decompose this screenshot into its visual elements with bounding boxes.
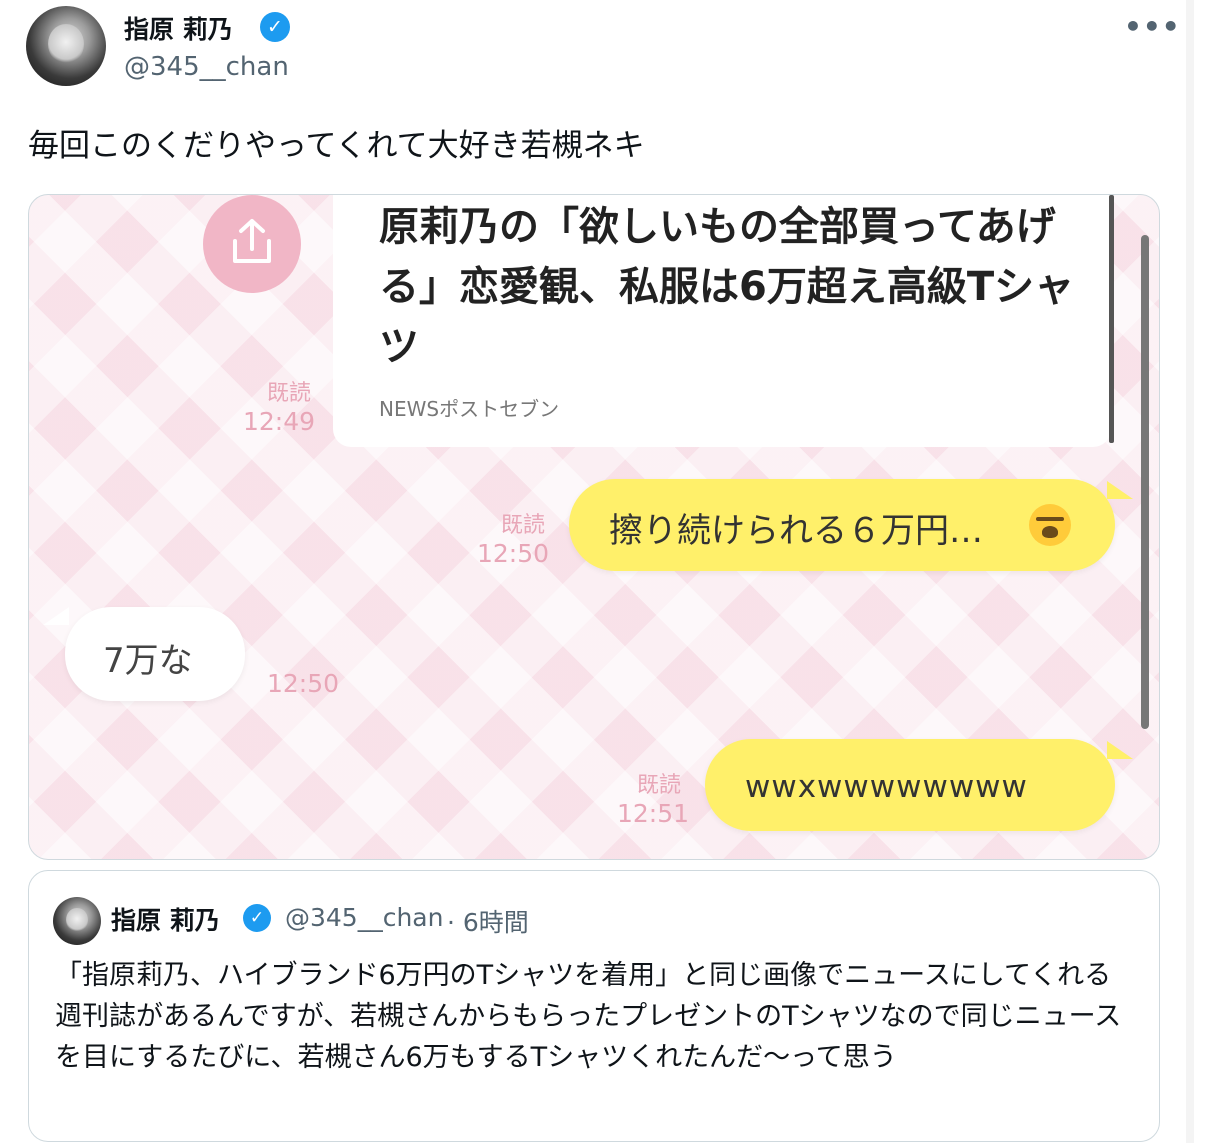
quoted-tweet[interactable]: 指原 莉乃 ✓ @345__chan · 6時間 「指原莉乃、ハイブランド6万円… [28, 870, 1160, 1142]
tweet-media-image[interactable]: 原莉乃の「欲しいもの全部買ってあげる」恋愛観、私服は6万超え高級Tシャツ NEW… [28, 194, 1160, 860]
message-time: 12:49 [243, 407, 316, 436]
share-button [203, 195, 301, 293]
bubble-tail [1107, 481, 1133, 499]
quoted-tweet-text: 「指原莉乃、ハイブランド6万円のTシャツを着用」と同じ画像でニュースにしてくれる… [55, 960, 1122, 1073]
message-text: wwxwwwwwwww [745, 769, 1028, 805]
message-time: 12:50 [267, 669, 340, 698]
message-text: 7万な [103, 641, 193, 681]
quoted-verified-badge-icon: ✓ [243, 904, 271, 932]
message-time: 12:50 [477, 539, 550, 568]
message-time: 12:51 [617, 799, 690, 828]
quoted-timestamp: · 6時間 [447, 908, 529, 937]
avatar[interactable] [26, 6, 106, 86]
message-bubble-sent: 擦り続けられる６万円… [569, 479, 1115, 571]
page-scrollbar[interactable] [1186, 0, 1194, 1143]
quoted-author-name: 指原 莉乃 [111, 906, 220, 935]
author-name[interactable]: 指原 莉乃 [124, 10, 233, 46]
news-link-card: 原莉乃の「欲しいもの全部買ってあげる」恋愛観、私服は6万超え高級Tシャツ NEW… [333, 195, 1111, 447]
bubble-tail [43, 607, 69, 625]
message-bubble-received: 7万な [65, 607, 245, 701]
loudly-crying-face-icon [1029, 504, 1071, 546]
news-title: 原莉乃の「欲しいもの全部買ってあげる」恋愛観、私服は6万超え高級Tシャツ [379, 204, 1075, 370]
verified-badge-icon: ✓ [260, 12, 290, 42]
quoted-avatar [53, 897, 101, 945]
author-handle[interactable]: @345__chan [124, 52, 289, 82]
message-bubble-sent: wwxwwwwwwww [705, 739, 1115, 831]
read-receipt: 既読 [501, 513, 546, 538]
message-text: 擦り続けられる６万円… [609, 511, 983, 551]
news-source: NEWSポストセブン [379, 397, 560, 421]
more-options-icon[interactable]: ••• [1124, 10, 1181, 43]
bubble-tail [1107, 741, 1133, 759]
tweet-text: 毎回このくだりやってくれて大好き若槻ネキ [28, 128, 645, 164]
quoted-author-handle: @345__chan [285, 903, 444, 932]
share-icon [233, 219, 271, 263]
chat-scrollbar [1141, 235, 1149, 729]
read-receipt: 既読 [637, 773, 682, 798]
read-receipt: 既読 [267, 381, 312, 406]
card-divider [1109, 195, 1114, 443]
